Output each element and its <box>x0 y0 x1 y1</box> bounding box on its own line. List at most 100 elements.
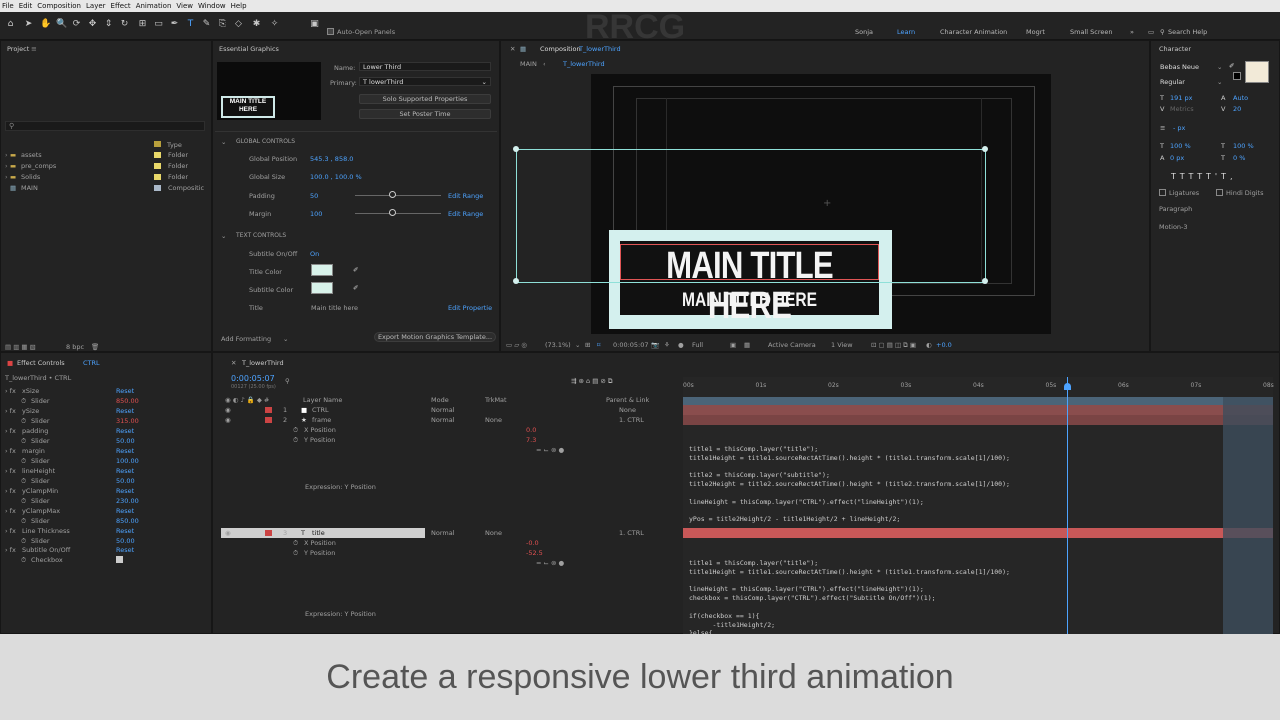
baseline-shift-value[interactable]: 0 px <box>1170 154 1184 162</box>
hindi-digits-checkbox[interactable] <box>1216 189 1223 196</box>
color-icon[interactable]: ● <box>678 341 684 349</box>
font-size-value[interactable]: 191 px <box>1170 94 1192 102</box>
effect-name[interactable]: padding <box>22 427 48 435</box>
bbox-handle[interactable] <box>982 146 988 152</box>
puppet-tool-icon[interactable]: ✧ <box>270 20 279 29</box>
tracking-value[interactable]: 20 <box>1233 105 1241 113</box>
resolution-select[interactable]: Full <box>692 341 703 349</box>
more-workspaces-icon[interactable]: » <box>1130 28 1134 36</box>
reset-button[interactable]: Reset <box>116 407 134 415</box>
project-search-input[interactable]: ⚲ <box>5 121 205 131</box>
effect-name[interactable]: yClampMax <box>22 507 60 515</box>
control-bounding-box[interactable] <box>516 149 986 283</box>
motion-panel-tab[interactable]: Motion-3 <box>1159 223 1188 231</box>
title-color-swatch[interactable] <box>311 264 333 276</box>
menu-window[interactable]: Window <box>198 2 226 10</box>
menu-help[interactable]: Help <box>231 2 247 10</box>
menu-effect[interactable]: Effect <box>111 2 131 10</box>
rectangle-tool-icon[interactable]: ▭ <box>154 20 163 29</box>
frame-y-position-value[interactable]: 7.3 <box>526 436 536 444</box>
trash-icon[interactable]: 🗑 <box>91 343 99 351</box>
selection-tool-icon[interactable]: ➤ <box>24 20 33 29</box>
clone-tool-icon[interactable]: ⎘ <box>218 20 227 29</box>
parent-column[interactable]: Parent & Link <box>606 396 649 404</box>
composition-tab-name[interactable]: T_lowerThird <box>579 45 621 53</box>
slider-value[interactable]: 850.00 <box>116 397 139 405</box>
effect-name[interactable]: lineHeight <box>22 467 55 475</box>
search-help-label[interactable]: Search Help <box>1168 28 1207 36</box>
type-tool-icon[interactable]: T <box>186 20 195 29</box>
eg-name-field[interactable]: Lower Third <box>359 62 491 71</box>
pen-tool-icon[interactable]: ✒ <box>170 20 179 29</box>
zoom-value[interactable]: (73.1%) <box>545 341 571 349</box>
menu-animation[interactable]: Animation <box>136 2 172 10</box>
paragraph-panel-tab[interactable]: Paragraph <box>1159 205 1192 213</box>
horizontal-scale-value[interactable]: 100 % <box>1233 142 1254 150</box>
stopwatch-icon[interactable]: ⏱ <box>21 457 26 466</box>
grid-icon[interactable]: ⊞ <box>585 341 590 349</box>
hand-tool-icon[interactable]: ✋ <box>40 20 51 29</box>
mode-column[interactable]: Mode <box>431 396 449 404</box>
global-position-value[interactable]: 545.3 , 858.0 <box>310 155 353 163</box>
effect-name[interactable]: margin <box>22 447 45 455</box>
stopwatch-icon[interactable]: ⏱ <box>21 417 26 426</box>
primary-comp-select[interactable]: T lowerThird ⌄ <box>359 77 491 86</box>
auto-open-checkbox[interactable] <box>327 28 334 35</box>
layer-name-column[interactable]: Layer Name <box>303 396 342 404</box>
view-layout-select[interactable]: 1 View <box>831 341 853 349</box>
character-title[interactable]: Character <box>1159 45 1191 53</box>
padding-value[interactable]: 50 <box>310 192 318 200</box>
effect-name[interactable]: yClampMin <box>22 487 58 495</box>
show-channel-icon[interactable]: ⚘ <box>664 341 670 349</box>
solo-supported-button[interactable]: Solo Supported Properties <box>359 94 491 104</box>
comp-canvas[interactable]: + MAIN TITLE HERE MAIN TITLE HERE <box>513 74 1051 334</box>
margin-slider-knob[interactable] <box>389 209 396 216</box>
brush-tool-icon[interactable]: ✎ <box>202 20 211 29</box>
vertical-scale-value[interactable]: 100 % <box>1170 142 1191 150</box>
playhead-line[interactable] <box>1067 377 1068 635</box>
leading-value[interactable]: Auto <box>1233 94 1248 102</box>
time-graph[interactable]: title1 = thisComp.layer("title"); title1… <box>683 377 1273 637</box>
expression-editor-ypos-frame[interactable]: title1 = thisComp.layer("title"); title1… <box>689 445 1010 524</box>
stopwatch-icon[interactable]: ⏱ <box>293 539 298 548</box>
slider-value[interactable]: 100.00 <box>116 457 139 465</box>
bbox-handle[interactable] <box>513 146 519 152</box>
roi-icon[interactable]: ▣ <box>730 341 736 349</box>
close-icon[interactable]: ✕ <box>231 359 236 367</box>
workspace-character-animation[interactable]: Character Animation <box>940 28 1007 36</box>
orbit-tool-icon[interactable]: ⟳ <box>72 20 81 29</box>
chevron-down-icon[interactable]: ⌄ <box>1217 78 1222 86</box>
search-icon[interactable]: ⚲ <box>285 377 290 385</box>
mask-visibility-icon[interactable]: ⌑ <box>597 341 600 349</box>
workspace-toggle-icon[interactable]: ▭ <box>1148 28 1154 36</box>
margin-value[interactable]: 100 <box>310 210 322 218</box>
panel-menu-icon[interactable]: ≡ <box>31 45 37 53</box>
tsume-value[interactable]: 0 % <box>1233 154 1245 162</box>
set-poster-time-button[interactable]: Set Poster Time <box>359 109 491 119</box>
eyedropper-icon[interactable]: ✐ <box>1229 62 1234 70</box>
menu-edit[interactable]: Edit <box>19 2 33 10</box>
layer-bar-ctrl[interactable] <box>683 405 1273 415</box>
padding-slider-knob[interactable] <box>389 191 396 198</box>
reset-button[interactable]: Reset <box>116 527 134 535</box>
workspace-small-screen[interactable]: Small Screen <box>1070 28 1112 36</box>
eg-title[interactable]: Essential Graphics <box>219 45 279 53</box>
text-controls-toggle[interactable]: ⌄ <box>221 232 226 240</box>
reset-button[interactable]: Reset <box>116 487 134 495</box>
ligatures-checkbox[interactable] <box>1159 189 1166 196</box>
kerning-value[interactable]: Metrics <box>1170 105 1194 113</box>
stroke-color-swatch[interactable] <box>1233 72 1241 80</box>
expression-controls-icons[interactable]: = ⌙ ⊚ ● <box>536 446 564 454</box>
expression-controls-icons[interactable]: = ⌙ ⊚ ● <box>536 559 564 567</box>
menu-layer[interactable]: Layer <box>86 2 106 10</box>
padding-slider-track[interactable] <box>355 195 441 196</box>
edit-properties-link[interactable]: Edit Propertie <box>448 304 492 312</box>
trkmat-column[interactable]: TrkMat <box>485 396 507 404</box>
chevron-down-icon[interactable]: ⌄ <box>575 341 580 349</box>
menu-file[interactable]: File <box>2 2 14 10</box>
stopwatch-icon[interactable]: ⏱ <box>21 537 26 546</box>
subtitle-text[interactable]: MAIN TITLE HERE <box>643 291 855 311</box>
rotate-tool-icon[interactable]: ↻ <box>120 20 129 29</box>
bpc-label[interactable]: 8 bpc <box>66 343 84 351</box>
margin-edit-range[interactable]: Edit Range <box>448 210 483 218</box>
